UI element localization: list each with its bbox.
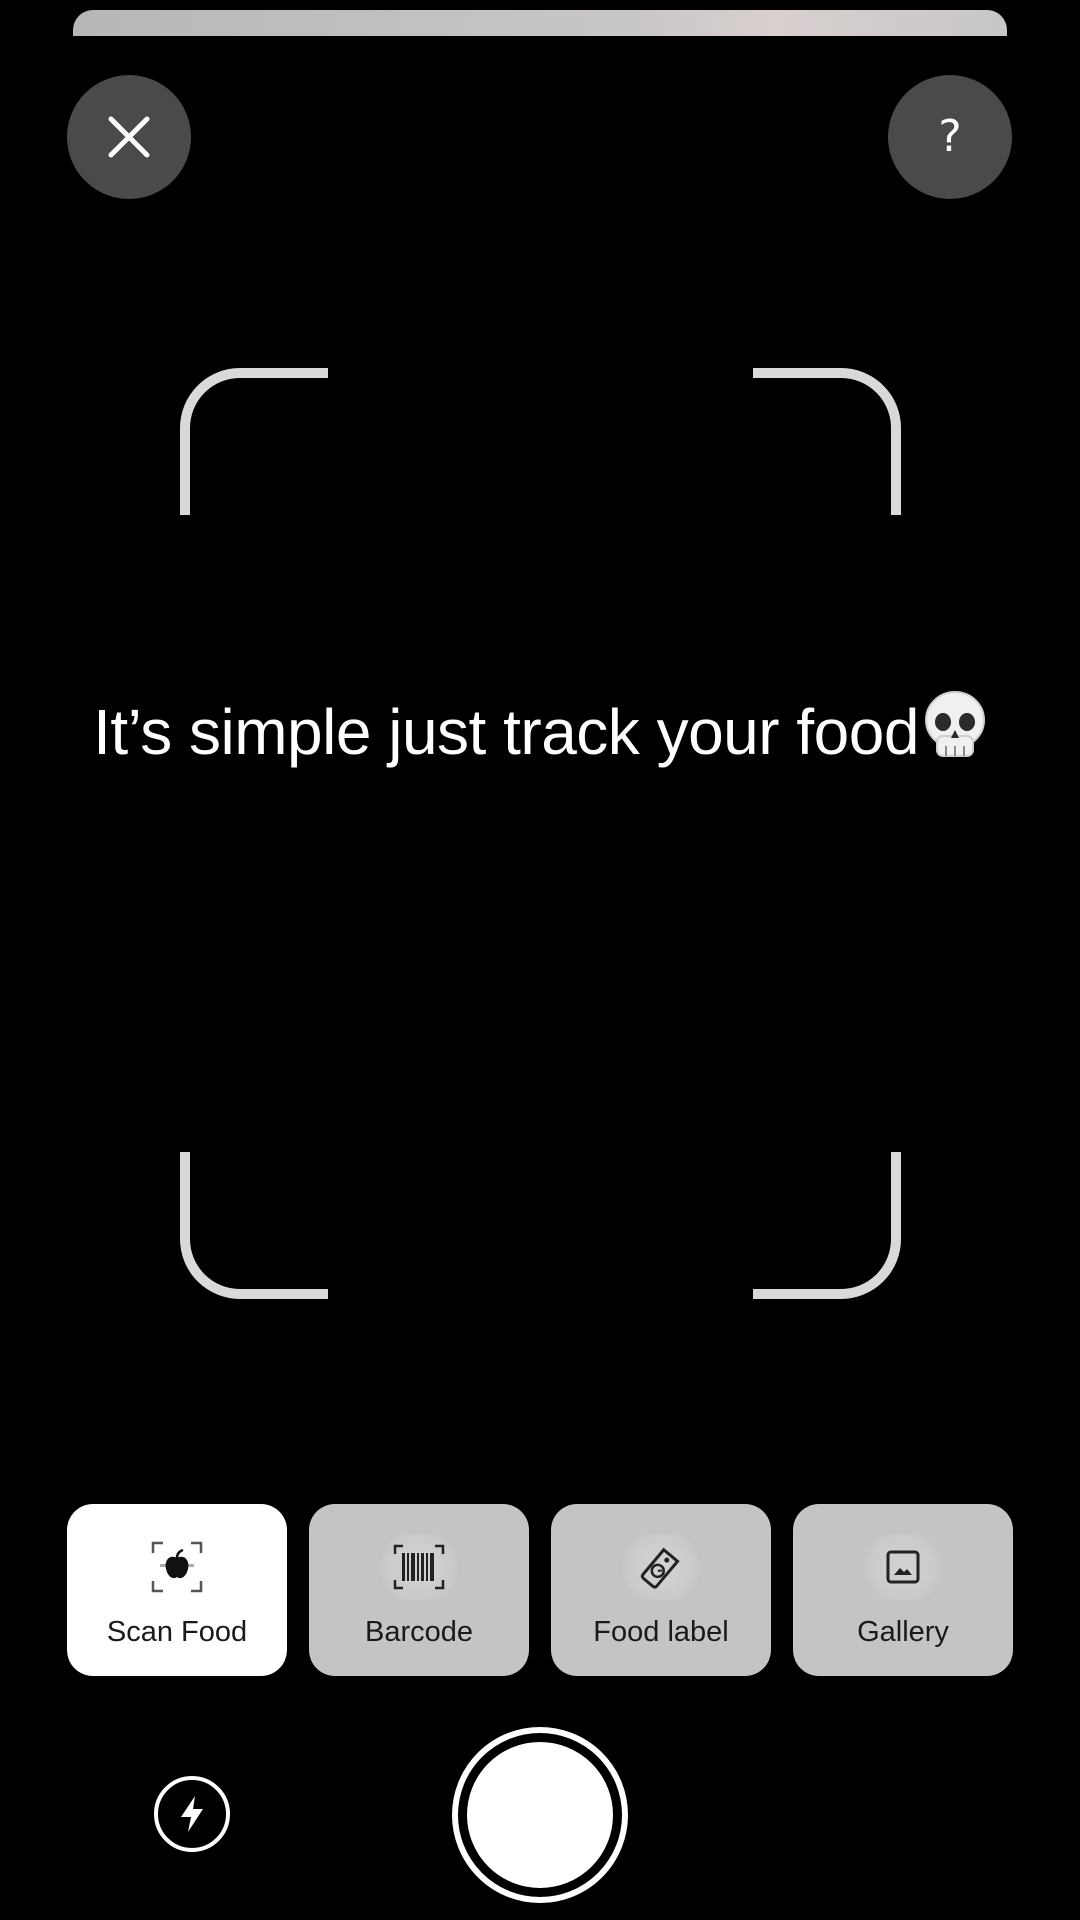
close-icon	[108, 116, 150, 158]
flash-button[interactable]	[154, 1776, 230, 1852]
food-label-icon	[616, 1534, 706, 1600]
mode-label-gallery: Gallery	[857, 1616, 949, 1648]
barcode-icon	[374, 1534, 464, 1600]
scan-frame	[180, 368, 901, 1299]
help-button[interactable]: ?	[888, 75, 1012, 199]
mode-label-food-label: Food label	[593, 1616, 729, 1648]
frame-corner-bottom-left	[180, 1152, 328, 1299]
mode-label-barcode: Barcode	[364, 1616, 473, 1648]
mode-barcode[interactable]: Barcode	[309, 1504, 529, 1676]
shutter-button[interactable]	[452, 1727, 628, 1903]
help-label: ?	[938, 111, 962, 162]
frame-corner-bottom-right	[753, 1152, 901, 1299]
camera-screen: ? It’s simple just track your food Scan …	[0, 0, 1080, 1920]
top-sheet-edge	[73, 10, 1007, 36]
flash-icon	[181, 1796, 203, 1832]
mode-scan-food[interactable]: Scan Food	[67, 1504, 287, 1676]
mode-food-label[interactable]: Food label	[551, 1504, 771, 1676]
skull-emoji-icon	[923, 690, 987, 784]
scan-food-icon	[132, 1534, 222, 1600]
mode-gallery[interactable]: Gallery	[793, 1504, 1013, 1676]
frame-corner-top-right	[753, 368, 901, 515]
caption: It’s simple just track your food	[90, 688, 990, 784]
caption-text: It’s simple just track your food	[93, 696, 919, 768]
mode-selector: Scan Food Barcode Food label Gallery	[67, 1504, 1013, 1676]
gallery-icon	[858, 1534, 948, 1600]
close-button[interactable]	[67, 75, 191, 199]
shutter-button-inner	[464, 1739, 616, 1891]
mode-label-scan-food: Scan Food	[106, 1616, 248, 1648]
frame-corner-top-left	[180, 368, 328, 515]
